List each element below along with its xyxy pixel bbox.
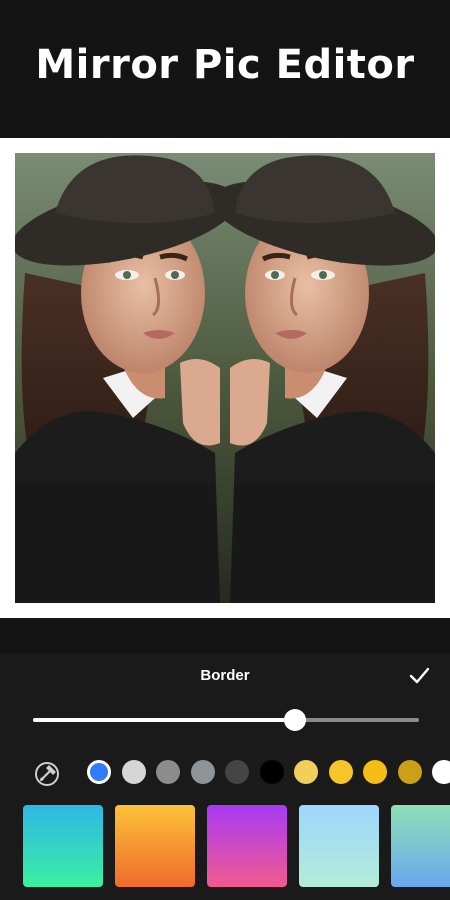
- color-swatch[interactable]: [432, 760, 450, 784]
- color-swatch[interactable]: [398, 760, 422, 784]
- color-swatch[interactable]: [363, 760, 387, 784]
- border-width-slider[interactable]: [33, 708, 419, 732]
- gradient-swatch[interactable]: [391, 805, 450, 887]
- banner-title: Mirror Pic Editor: [35, 42, 415, 88]
- gradient-swatch-row: [0, 805, 450, 889]
- slider-thumb[interactable]: [284, 709, 306, 731]
- color-swatch[interactable]: [191, 760, 215, 784]
- gradient-swatch[interactable]: [115, 805, 195, 887]
- color-swatch[interactable]: [87, 760, 111, 784]
- slider-fill: [33, 718, 295, 722]
- mirrored-portrait-image: [15, 153, 435, 603]
- color-swatch[interactable]: [225, 760, 249, 784]
- color-swatch[interactable]: [156, 760, 180, 784]
- mirrored-photo[interactable]: [15, 153, 435, 603]
- border-panel: Border: [0, 653, 450, 900]
- color-swatch[interactable]: [260, 760, 284, 784]
- color-picker-icon[interactable]: [33, 759, 61, 787]
- panel-title: Border: [200, 667, 250, 684]
- color-swatch[interactable]: [329, 760, 353, 784]
- color-swatch[interactable]: [122, 760, 146, 784]
- app-screen: Mirror Pic Editor Border: [0, 0, 450, 900]
- color-swatch[interactable]: [294, 760, 318, 784]
- gradient-swatch[interactable]: [23, 805, 103, 887]
- gradient-swatch[interactable]: [207, 805, 287, 887]
- checkmark-icon[interactable]: [406, 663, 432, 689]
- editor-canvas: [0, 138, 450, 618]
- color-swatch-row: [0, 757, 450, 787]
- photo-border-frame: [15, 153, 435, 603]
- divider-bar: [0, 618, 450, 653]
- gradient-swatch[interactable]: [299, 805, 379, 887]
- promo-banner: Mirror Pic Editor: [0, 0, 450, 138]
